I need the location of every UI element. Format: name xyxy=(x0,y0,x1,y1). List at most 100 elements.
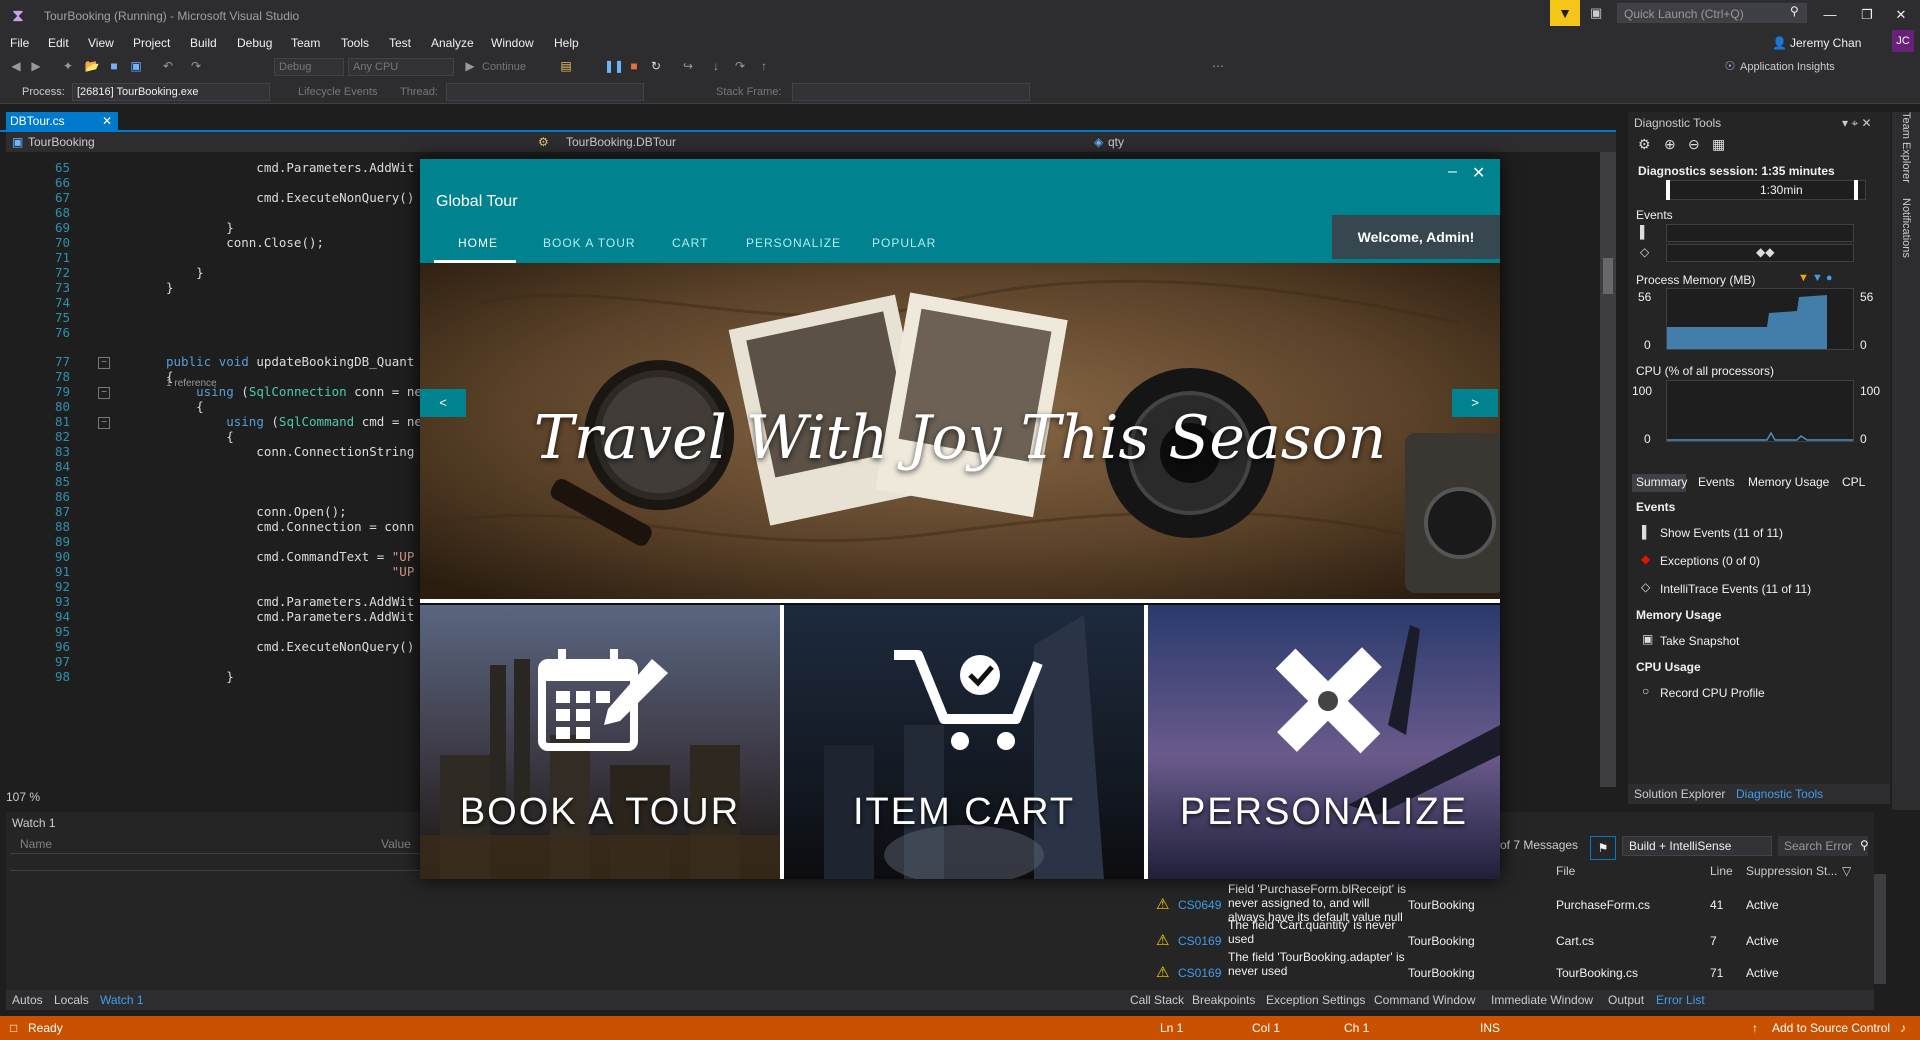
save-icon[interactable]: ■ xyxy=(106,58,122,74)
pin-icon[interactable]: ▾ ⌖ ✕ xyxy=(1842,116,1872,131)
error-code-link[interactable]: CS0649 xyxy=(1178,898,1221,912)
tab-memory-usage[interactable]: Memory Usage xyxy=(1748,475,1829,489)
hero-carousel[interactable]: Travel With Joy This Season < > xyxy=(420,263,1500,599)
status-line[interactable]: Ln 1 xyxy=(1160,1016,1183,1040)
error-file[interactable]: Cart.cs xyxy=(1556,934,1594,948)
intellitrace-marks-icon[interactable]: ◆◆ xyxy=(1756,245,1774,259)
tab-breakpoints[interactable]: Breakpoints xyxy=(1192,990,1255,1010)
code-line[interactable]: cmd.Parameters.AddWit xyxy=(166,609,414,624)
code-line[interactable]: } xyxy=(166,280,174,295)
menu-debug[interactable]: Debug xyxy=(237,32,272,54)
new-project-icon[interactable]: ✦ xyxy=(60,58,76,74)
tab-events[interactable]: Events xyxy=(1698,475,1735,489)
tab-watch-1[interactable]: Watch 1 xyxy=(100,990,144,1010)
search-icon[interactable]: ⚲ xyxy=(1860,838,1869,852)
record-cpu-profile-button[interactable]: Record CPU Profile xyxy=(1660,686,1765,700)
error-scope-select[interactable]: Build + IntelliSense xyxy=(1622,836,1772,856)
error-code-link[interactable]: CS0169 xyxy=(1178,934,1221,948)
code-line[interactable]: cmd.ExecuteNonQuery() xyxy=(166,639,414,654)
codelens-references[interactable]: 1 reference xyxy=(166,378,217,389)
zoom-out-icon[interactable]: ⊖ xyxy=(1688,136,1700,153)
nav-book-a-tour[interactable]: BOOK A TOUR xyxy=(543,229,636,259)
status-char[interactable]: Ch 1 xyxy=(1344,1016,1369,1040)
take-snapshot-button[interactable]: Take Snapshot xyxy=(1660,634,1739,648)
cpu-label[interactable]: CPU (% of all processors) xyxy=(1636,364,1774,378)
stack-frame-select[interactable] xyxy=(792,83,1030,101)
tab-output[interactable]: Output xyxy=(1608,990,1644,1010)
menu-help[interactable]: Help xyxy=(554,32,579,54)
back-icon[interactable]: ◀ xyxy=(8,58,24,74)
bell-icon[interactable]: ♪ xyxy=(1900,1016,1906,1040)
events-track[interactable] xyxy=(1666,224,1854,242)
timeline-start-marker[interactable] xyxy=(1666,180,1670,200)
nav-personalize[interactable]: PERSONALIZE xyxy=(746,229,841,259)
application-insights-button[interactable]: Application Insights xyxy=(1740,58,1835,76)
error-search-input[interactable]: Search Error xyxy=(1778,836,1868,856)
status-column[interactable]: Col 1 xyxy=(1252,1016,1280,1040)
forward-icon[interactable]: ▶ xyxy=(28,58,44,74)
opt-icon[interactable]: ⋯ xyxy=(1210,58,1226,74)
code-line[interactable]: } xyxy=(166,220,234,235)
step-out-icon[interactable]: ↑ xyxy=(756,58,772,74)
tile-item-cart[interactable]: ITEM CART xyxy=(784,605,1144,879)
tab-error-list[interactable]: Error List xyxy=(1656,990,1705,1010)
tab-summary[interactable]: Summary xyxy=(1636,475,1687,489)
error-code-link[interactable]: CS0169 xyxy=(1178,966,1221,980)
code-line[interactable]: cmd.Parameters.AddWit xyxy=(166,160,414,175)
exceptions-link[interactable]: Exceptions (0 of 0) xyxy=(1660,554,1760,568)
code-line[interactable]: cmd.Connection = conn xyxy=(166,519,414,534)
suppression-header[interactable]: Suppression St... xyxy=(1746,864,1837,878)
minimize-button[interactable]: — xyxy=(1815,4,1845,26)
tab-notifications[interactable]: Notifications xyxy=(1900,198,1912,258)
menu-build[interactable]: Build xyxy=(190,32,217,54)
intellitrace-link[interactable]: IntelliTrace Events (11 of 11) xyxy=(1660,582,1811,596)
code-line[interactable]: } xyxy=(166,669,234,684)
feedback-filter-icon[interactable]: ▼ xyxy=(1550,0,1580,26)
code-line[interactable]: { xyxy=(166,429,234,444)
code-line[interactable]: using (SqlCommand cmd = ne xyxy=(166,414,422,429)
attach-icon[interactable]: ▤ xyxy=(558,58,574,74)
open-file-icon[interactable]: 📂 xyxy=(84,58,100,74)
redo-icon[interactable]: ↷ xyxy=(188,58,204,74)
code-line[interactable]: cmd.CommandText = "UP xyxy=(166,549,414,564)
timeline-end-marker[interactable] xyxy=(1854,180,1858,200)
close-icon[interactable]: ✕ xyxy=(102,112,112,130)
search-icon[interactable]: ⚲ xyxy=(1790,4,1799,18)
code-line[interactable]: cmd.Parameters.AddWit xyxy=(166,594,414,609)
platform-select[interactable]: Any CPU xyxy=(348,58,454,76)
step-into-icon[interactable]: ↓ xyxy=(708,58,724,74)
close-button[interactable]: ✕ xyxy=(1886,4,1916,26)
watch-name-header[interactable]: Name xyxy=(20,837,52,851)
tab-locals[interactable]: Locals xyxy=(54,990,89,1010)
stop-debugging-icon[interactable]: ■ xyxy=(626,58,642,74)
add-to-source-control-button[interactable]: Add to Source Control xyxy=(1772,1016,1890,1040)
filter-icon[interactable]: ⚑ xyxy=(1590,836,1616,860)
code-line[interactable]: conn.Open(); xyxy=(166,504,346,519)
menu-test[interactable]: Test xyxy=(389,32,411,54)
menu-file[interactable]: File xyxy=(10,32,29,54)
process-memory-label[interactable]: Process Memory (MB) xyxy=(1636,273,1755,287)
error-description[interactable]: The field 'Cart.quantity' is never used xyxy=(1228,918,1408,946)
restart-icon[interactable]: ↻ xyxy=(648,58,664,74)
app-minimize-button[interactable]: – xyxy=(1448,163,1457,181)
code-line[interactable]: public void updateBookingDB_Quant xyxy=(166,354,414,369)
process-select[interactable]: [26816] TourBooking.exe xyxy=(72,83,270,101)
code-line[interactable]: conn.ConnectionString xyxy=(166,444,414,459)
carousel-prev-button[interactable]: < xyxy=(420,389,466,417)
code-line[interactable]: conn.Close(); xyxy=(166,235,324,250)
nav-cart[interactable]: CART xyxy=(672,229,708,259)
save-all-icon[interactable]: ▣ xyxy=(128,58,144,74)
continue-button[interactable]: Continue xyxy=(482,58,526,76)
menu-tools[interactable]: Tools xyxy=(341,32,369,54)
tile-book-a-tour[interactable]: BOOK A TOUR xyxy=(420,605,780,879)
menu-edit[interactable]: Edit xyxy=(48,32,69,54)
column-filter-icon[interactable]: ▽ xyxy=(1842,864,1851,878)
member-select[interactable]: qty xyxy=(1108,132,1124,152)
thread-select[interactable] xyxy=(446,83,644,101)
menu-team[interactable]: Team xyxy=(291,32,320,54)
code-line[interactable]: cmd.ExecuteNonQuery() xyxy=(166,190,414,205)
project-select[interactable]: TourBooking xyxy=(28,132,95,152)
reset-view-icon[interactable]: ▦ xyxy=(1712,136,1725,153)
show-events-link[interactable]: Show Events (11 of 11) xyxy=(1660,526,1783,540)
collapse-outline-icon[interactable]: − xyxy=(98,357,110,369)
